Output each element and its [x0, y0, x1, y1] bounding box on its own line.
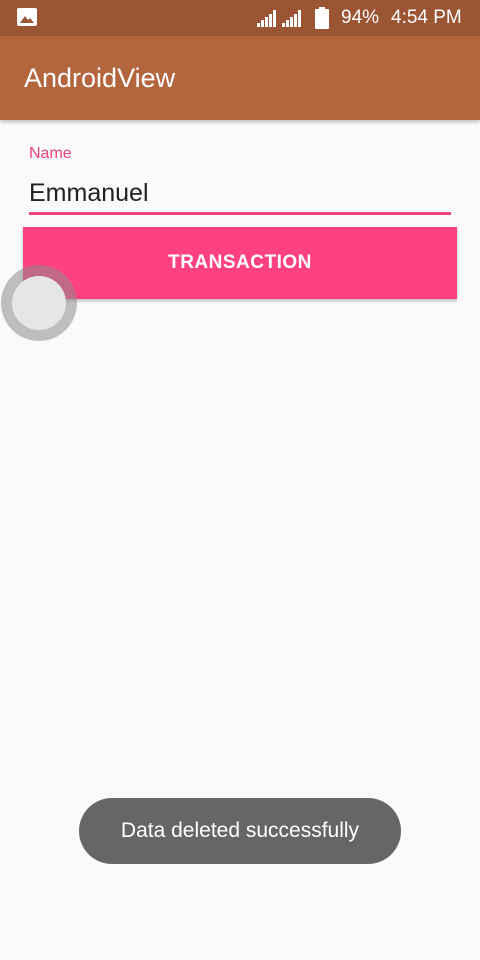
transaction-button[interactable]: TRANSACTION [23, 227, 457, 299]
battery-percentage: 94% [341, 7, 380, 28]
touch-indicator-center [12, 276, 66, 330]
name-field-label: Name [29, 145, 72, 162]
app-screen: 94% 4:54 PM AndroidView Name TRANSACTION… [0, 0, 480, 960]
signal-icon [282, 10, 301, 27]
gallery-icon [17, 8, 37, 26]
touch-indicator [1, 265, 77, 341]
app-bar: AndroidView [0, 36, 480, 120]
app-title: AndroidView [24, 63, 176, 93]
toast-message: Data deleted successfully [79, 798, 401, 864]
battery-icon [315, 7, 329, 29]
status-bar: 94% 4:54 PM [0, 0, 480, 36]
status-clock: 4:54 PM [391, 7, 462, 28]
signal-icon [257, 10, 276, 27]
name-input[interactable] [29, 174, 451, 215]
